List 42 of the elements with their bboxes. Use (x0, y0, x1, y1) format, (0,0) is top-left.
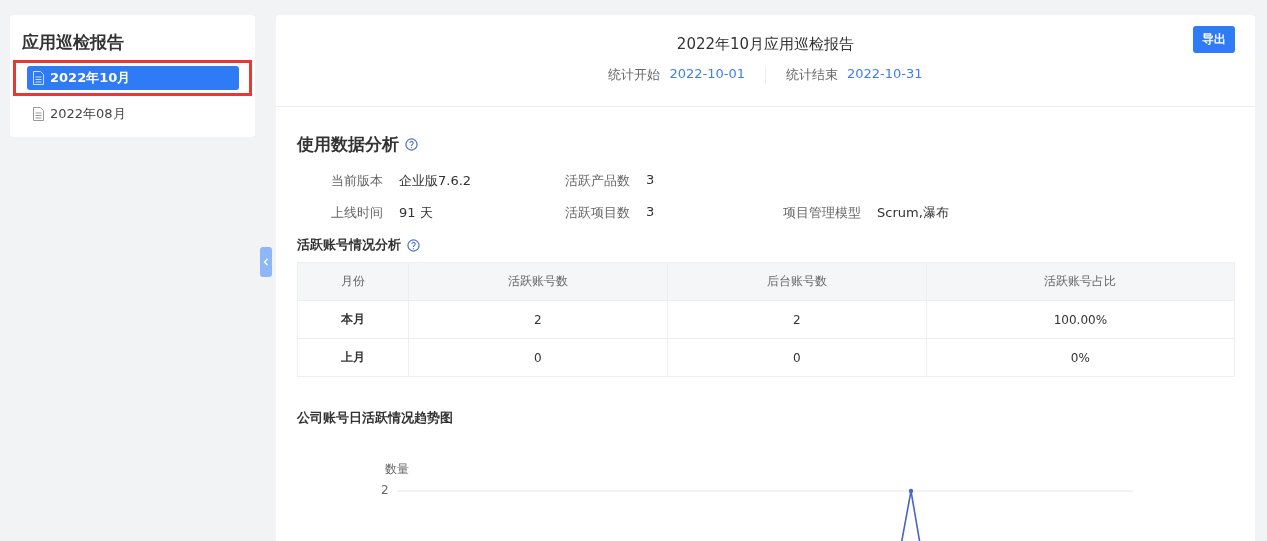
field-value: 3 (646, 172, 655, 189)
report-title: 2022年10月应用巡检报告 (676, 35, 855, 54)
sidebar-title: 应用巡检报告 (22, 31, 125, 54)
section-title: 活跃账号情况分析 (297, 236, 401, 254)
field-value: 91 天 (399, 204, 433, 222)
field-label: 活跃产品数 (565, 172, 630, 190)
data-point (908, 488, 914, 494)
column-header: 月份 (297, 262, 409, 301)
column-header: 活跃账号占比 (926, 262, 1235, 301)
field-label: 活跃项目数 (565, 204, 630, 222)
period-label: 统计结束 (786, 66, 838, 84)
chevron-left-icon (262, 258, 269, 266)
report-item[interactable]: 2022年08月 (27, 102, 239, 126)
axis-tick: 2 (381, 483, 389, 497)
table-cell: 2 (667, 300, 927, 339)
field-value: Scrum,瀑布 (877, 204, 949, 222)
field-value: 企业版7.6.2 (399, 172, 472, 190)
column-header: 后台账号数 (667, 262, 927, 301)
help-icon[interactable] (405, 138, 418, 151)
export-button[interactable]: 导出 (1193, 26, 1235, 53)
table-cell: 本月 (297, 300, 409, 339)
period-label: 统计开始 (608, 66, 661, 84)
section-title: 使用数据分析 (297, 133, 399, 156)
table-cell: 0% (926, 338, 1235, 377)
table-cell: 2 (408, 300, 668, 339)
period-date: 2022-10-01 (669, 66, 745, 83)
field-label: 上线时间 (331, 204, 383, 222)
table-cell: 0 (408, 338, 668, 377)
table-cell: 0 (667, 338, 927, 377)
field-value: 3 (646, 204, 655, 221)
axis-label: 数量 (385, 461, 409, 478)
field-label: 项目管理模型 (783, 204, 861, 222)
table-cell: 上月 (297, 338, 409, 377)
table-cell: 100.00% (926, 300, 1235, 339)
field-label: 当前版本 (331, 172, 383, 190)
document-icon (33, 71, 44, 85)
document-icon (33, 107, 44, 121)
chart-title: 公司账号日活跃情况趋势图 (297, 410, 453, 425)
help-icon[interactable] (407, 238, 420, 252)
column-header: 活跃账号数 (408, 262, 668, 301)
report-item[interactable]: 2022年10月 (27, 66, 239, 90)
period-date: 2022-10-31 (847, 66, 923, 83)
